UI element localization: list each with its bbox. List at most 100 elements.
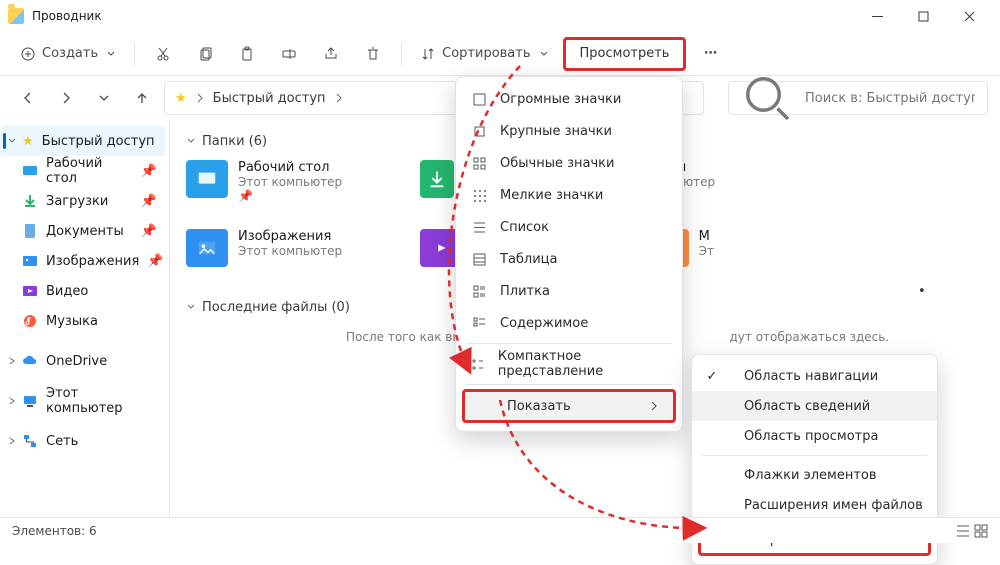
- copy-button[interactable]: [187, 38, 223, 70]
- sidebar-item-label: Видео: [46, 284, 88, 299]
- submenu-item-item-checkboxes[interactable]: Флажки элементов: [692, 460, 937, 490]
- sort-label: Сортировать: [442, 46, 530, 61]
- menu-item-show[interactable]: Показать: [462, 389, 676, 423]
- back-button[interactable]: [12, 82, 44, 114]
- grid-icon: [470, 92, 488, 107]
- pin-icon: 📌: [141, 224, 157, 239]
- submenu-item-nav-pane[interactable]: ✓ Область навигации: [692, 361, 937, 391]
- cut-button[interactable]: [145, 38, 181, 70]
- window-title: Проводник: [32, 9, 102, 23]
- folder-name: Рабочий стол: [238, 160, 342, 175]
- maximize-button[interactable]: [900, 0, 946, 32]
- view-menu: Огромные значки Крупные значки Обычные з…: [455, 76, 683, 432]
- menu-item-compact[interactable]: Компактное представление: [456, 348, 682, 380]
- thumb-view-icon[interactable]: [974, 524, 988, 538]
- network-icon: [22, 433, 38, 449]
- menu-item-label: Расширения имен файлов: [744, 498, 923, 513]
- search-box[interactable]: [728, 81, 988, 115]
- sidebar-item-network[interactable]: Сеть: [0, 426, 165, 456]
- paste-button[interactable]: [229, 38, 265, 70]
- submenu-item-preview-pane[interactable]: Область просмотра: [692, 421, 937, 451]
- menu-item-content[interactable]: Содержимое: [456, 307, 682, 339]
- sidebar-item-pictures[interactable]: Изображения 📌: [0, 246, 165, 276]
- menu-item-details[interactable]: Таблица: [456, 243, 682, 275]
- sidebar-item-downloads[interactable]: Загрузки 📌: [0, 186, 165, 216]
- menu-item-extra-large-icons[interactable]: Огромные значки: [456, 83, 682, 115]
- minimize-button[interactable]: [854, 0, 900, 32]
- pictures-icon: [186, 229, 228, 267]
- menu-item-small-icons[interactable]: Мелкие значки: [456, 179, 682, 211]
- forward-button[interactable]: [50, 82, 82, 114]
- menu-item-label: Область навигации: [744, 369, 878, 384]
- menu-item-label: Содержимое: [500, 316, 588, 331]
- menu-item-label: Флажки элементов: [744, 468, 877, 483]
- delete-button[interactable]: [355, 38, 391, 70]
- menu-separator: [466, 343, 672, 344]
- close-button[interactable]: [946, 0, 992, 32]
- sidebar-item-quick-access[interactable]: ★ Быстрый доступ: [0, 126, 165, 156]
- view-button[interactable]: Просмотреть: [563, 37, 687, 71]
- check-icon: ✓: [704, 369, 720, 384]
- sort-button[interactable]: Сортировать: [412, 38, 556, 70]
- desktop-icon: [22, 163, 38, 179]
- sidebar-item-documents[interactable]: Документы 📌: [0, 216, 165, 246]
- recent-locations-button[interactable]: [88, 82, 120, 114]
- folder-item[interactable]: ИзображенияЭтот компьютер: [186, 229, 394, 272]
- sidebar-item-desktop[interactable]: Рабочий стол 📌: [0, 156, 165, 186]
- folder-name: Изображения: [238, 229, 342, 244]
- submenu-item-details-pane[interactable]: Область сведений: [692, 391, 937, 421]
- breadcrumb[interactable]: Быстрый доступ: [213, 91, 326, 106]
- search-input[interactable]: [803, 90, 977, 107]
- pin-icon: 📌: [141, 194, 157, 209]
- desktop-icon: [186, 160, 228, 198]
- grid-icon: [470, 156, 488, 171]
- cloud-icon: [22, 353, 38, 369]
- folder-item[interactable]: ыьютер: [676, 160, 766, 203]
- menu-separator: [702, 455, 927, 456]
- menu-item-label: Огромные значки: [500, 92, 621, 107]
- folder-sub: Эт: [699, 244, 714, 258]
- pictures-icon: [22, 253, 38, 269]
- computer-icon: [22, 393, 38, 409]
- search-icon: [739, 70, 795, 126]
- star-icon: ★: [22, 134, 34, 149]
- sidebar-item-video[interactable]: Видео: [0, 276, 165, 306]
- music-icon: [22, 313, 38, 329]
- menu-item-label: Область просмотра: [744, 429, 878, 444]
- view-label: Просмотреть: [580, 46, 670, 61]
- sidebar-item-onedrive[interactable]: OneDrive: [0, 346, 165, 376]
- grid-icon: [470, 124, 488, 139]
- sidebar-item-this-pc[interactable]: Этот компьютер: [0, 386, 165, 416]
- sidebar-item-music[interactable]: Музыка: [0, 306, 165, 336]
- video-icon: [22, 283, 38, 299]
- submenu-item-file-ext[interactable]: Расширения имен файлов: [692, 490, 937, 520]
- share-button[interactable]: [313, 38, 349, 70]
- pin-icon: 📌: [141, 164, 157, 179]
- sidebar-item-label: Музыка: [46, 314, 98, 329]
- details-view-icon[interactable]: [956, 524, 970, 538]
- menu-item-large-icons[interactable]: Крупные значки: [456, 115, 682, 147]
- chevron-right-icon[interactable]: [334, 93, 344, 103]
- menu-item-list[interactable]: Список: [456, 211, 682, 243]
- rename-button[interactable]: [271, 38, 307, 70]
- new-button[interactable]: Создать: [12, 38, 124, 70]
- sidebar-item-label: Этот компьютер: [46, 386, 157, 416]
- toolbar: Создать Сортировать Просмотреть ⋯: [0, 32, 1000, 76]
- folder-item[interactable]: Рабочий столЭтот компьютер📌: [186, 160, 394, 203]
- section-label: Папки (6): [202, 134, 267, 149]
- view-toggle[interactable]: [956, 524, 988, 538]
- menu-item-tiles[interactable]: •Плитка: [456, 275, 682, 307]
- menu-item-label: Плитка: [500, 284, 550, 299]
- menu-item-medium-icons[interactable]: Обычные значки: [456, 147, 682, 179]
- title-bar: Проводник: [0, 0, 1000, 32]
- menu-item-label: Область сведений: [744, 399, 870, 414]
- app-icon: [8, 8, 24, 24]
- download-icon: [22, 193, 38, 209]
- more-button[interactable]: ⋯: [692, 38, 728, 70]
- document-icon: [22, 223, 38, 239]
- sidebar-item-label: Документы: [46, 224, 124, 239]
- up-button[interactable]: [126, 82, 158, 114]
- menu-item-label: Обычные значки: [500, 156, 614, 171]
- menu-item-label: Компактное представление: [498, 349, 668, 379]
- content-icon: [470, 316, 488, 331]
